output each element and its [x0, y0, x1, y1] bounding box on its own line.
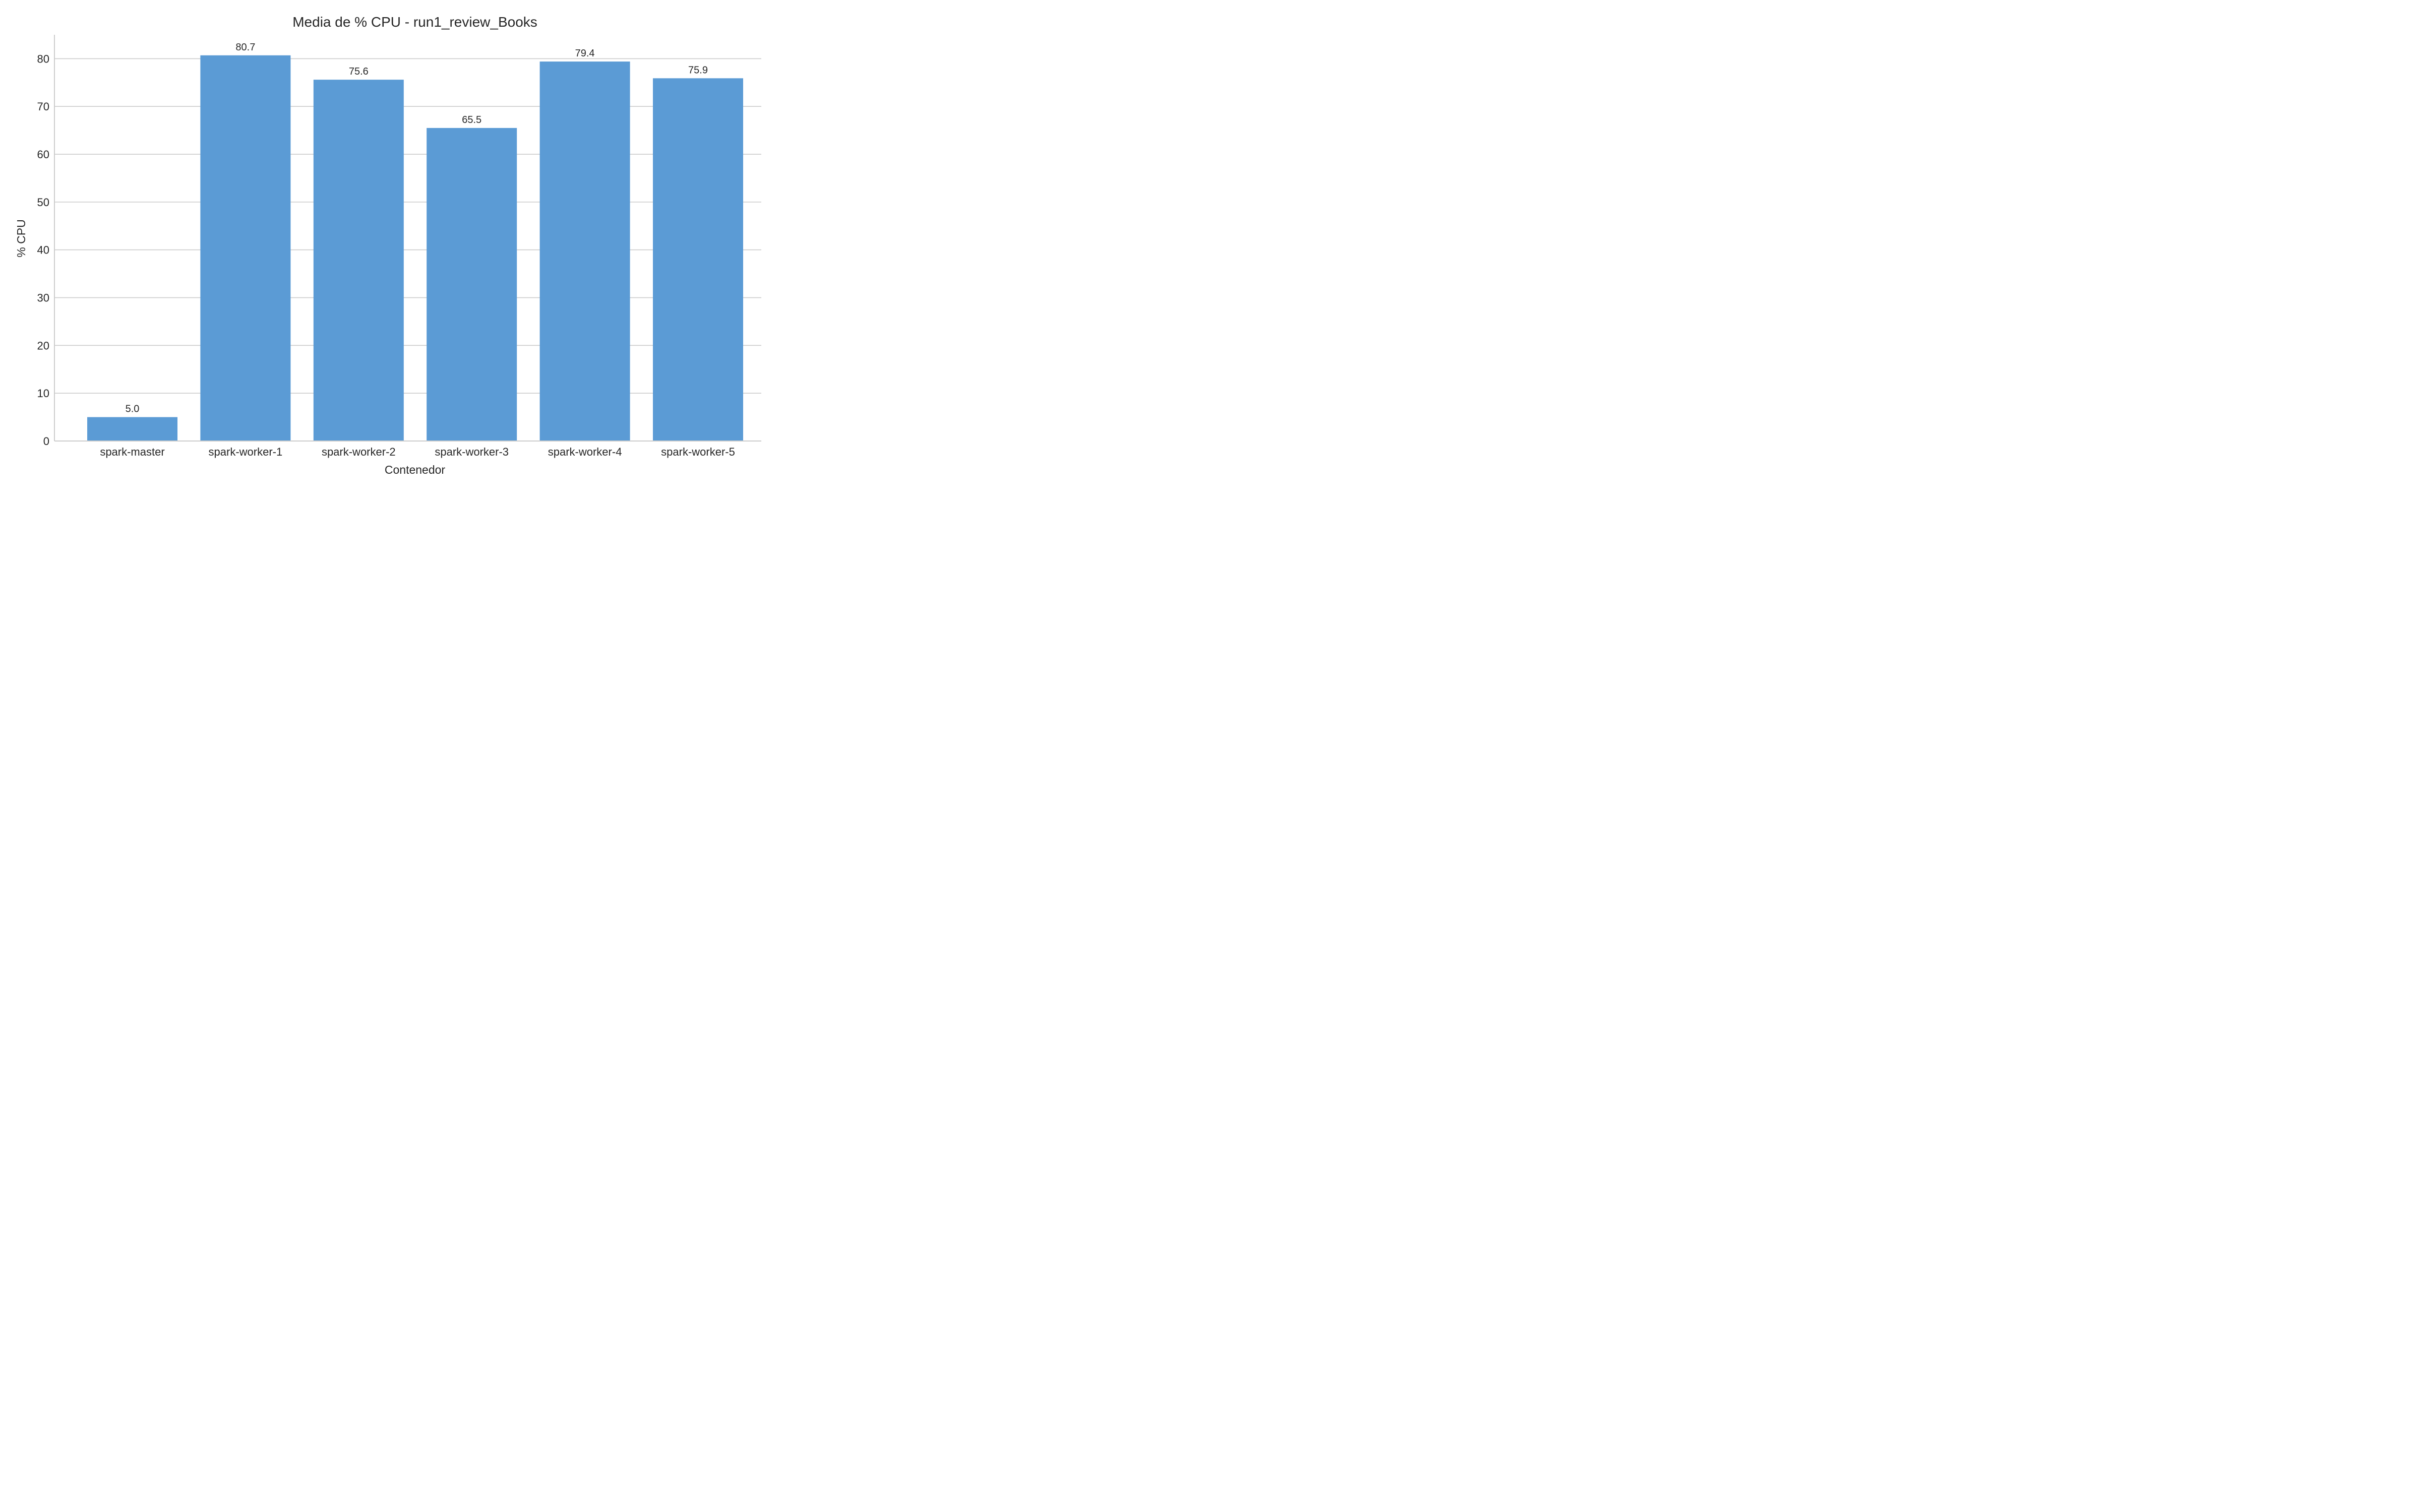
- bar: [200, 55, 291, 442]
- y-tick-label: 0: [43, 435, 49, 448]
- bar-value-label: 75.9: [688, 65, 708, 76]
- x-tick-label: spark-worker-3: [435, 446, 509, 458]
- bar-value-label: 80.7: [235, 42, 255, 53]
- x-tick-labels: spark-master spark-worker-1 spark-worker-2…: [100, 446, 735, 458]
- bar: [313, 80, 404, 441]
- y-tick-label: 60: [37, 148, 49, 161]
- bar-chart: 0 10 20 30 40 50 60 70 80 spark-master spark-work…: [15, 14, 761, 476]
- y-axis-label: % CPU: [15, 219, 28, 257]
- y-tick-label: 40: [37, 244, 49, 257]
- x-tick-label: spark-worker-5: [661, 446, 735, 458]
- bars: [87, 55, 743, 442]
- bar: [427, 128, 517, 441]
- bar-value-label: 79.4: [575, 48, 595, 59]
- y-tick-label: 80: [37, 52, 49, 65]
- x-tick-label: spark-worker-1: [209, 446, 283, 458]
- x-tick-label: spark-worker-2: [322, 446, 396, 458]
- y-tick-label: 10: [37, 387, 49, 400]
- y-tick-label: 70: [37, 100, 49, 113]
- bar-value-label: 5.0: [126, 404, 140, 415]
- bar: [87, 417, 177, 441]
- x-tick-label: spark-worker-4: [548, 446, 622, 458]
- bar-value-label: 65.5: [462, 114, 481, 125]
- y-tick-label: 50: [37, 196, 49, 209]
- x-axis-label: Contenedor: [385, 463, 446, 476]
- y-tick-label: 20: [37, 339, 49, 352]
- bar: [539, 61, 630, 441]
- y-tick-label: 30: [37, 292, 49, 304]
- bar: [653, 78, 743, 441]
- x-tick-label: spark-master: [100, 446, 164, 458]
- bar-value-label: 75.6: [349, 66, 369, 77]
- y-tick-labels: 0 10 20 30 40 50 60 70 80: [37, 52, 49, 448]
- chart-title: Media de % CPU - run1_review_Books: [292, 14, 537, 30]
